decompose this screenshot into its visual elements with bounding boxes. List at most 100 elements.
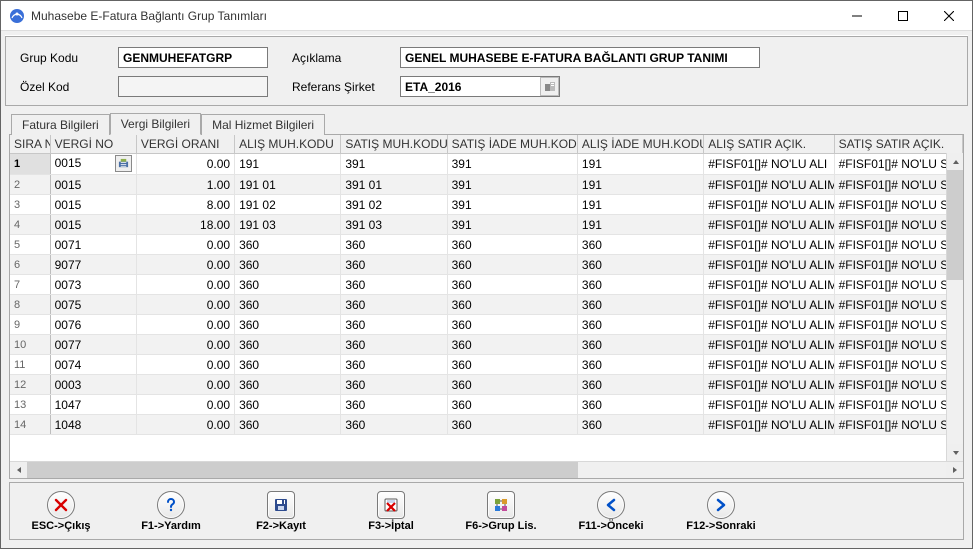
f1-yardim-button[interactable]: F1->Yardım <box>134 491 208 532</box>
col-alis-iade-muh-kodu[interactable]: ALIŞ İADE MUH.KODU <box>577 135 703 154</box>
cell-aiade[interactable]: 360 <box>577 395 703 415</box>
cell-aiade[interactable]: 360 <box>577 235 703 255</box>
cell-satis[interactable]: 360 <box>341 395 447 415</box>
cell-sacik[interactable]: #FISF01[]# NO'LU SATI <box>834 154 962 175</box>
grup-kodu-input[interactable] <box>118 47 268 68</box>
cell-siade[interactable]: 360 <box>447 375 577 395</box>
cell-satis[interactable]: 391 <box>341 154 447 175</box>
ozel-kod-input[interactable] <box>118 76 268 97</box>
lookup-button[interactable] <box>115 155 132 172</box>
cell-alis[interactable]: 191 <box>235 154 341 175</box>
cell-aacik[interactable]: #FISF01[]# NO'LU ALIM F. <box>704 355 834 375</box>
table-row[interactable]: 1000770.00360360360360#FISF01[]# NO'LU A… <box>10 335 963 355</box>
table-row[interactable]: 100150.00191391391191#FISF01[]# NO'LU AL… <box>10 154 963 175</box>
f2-kayit-button[interactable]: F2->Kayıt <box>244 491 318 532</box>
cell-siade[interactable]: 360 <box>447 395 577 415</box>
cell-alis[interactable]: 360 <box>235 415 341 435</box>
cell-satis[interactable]: 360 <box>341 335 447 355</box>
cell-siade[interactable]: 360 <box>447 235 577 255</box>
cell-sacik[interactable]: #FISF01[]# NO'LU SATI <box>834 235 962 255</box>
cell-aacik[interactable]: #FISF01[]# NO'LU ALI <box>704 154 834 175</box>
cell-siade[interactable]: 360 <box>447 355 577 375</box>
col-alis-satir-acik[interactable]: ALIŞ SATIR AÇIK. <box>704 135 834 154</box>
cell-aiade[interactable]: 360 <box>577 275 703 295</box>
cell-aacik[interactable]: #FISF01[]# NO'LU ALIM F. <box>704 175 834 195</box>
cell-vergino[interactable]: 0075 <box>50 295 136 315</box>
cell-siade[interactable]: 391 <box>447 175 577 195</box>
cell-vergino[interactable]: 0015 <box>50 175 136 195</box>
referans-input[interactable] <box>400 76 560 97</box>
col-satis-muh-kodu[interactable]: SATIŞ MUH.KODU <box>341 135 447 154</box>
cell-vergino[interactable]: 0077 <box>50 335 136 355</box>
cell-aacik[interactable]: #FISF01[]# NO'LU ALIM F. <box>704 375 834 395</box>
cell-aacik[interactable]: #FISF01[]# NO'LU ALIM F. <box>704 335 834 355</box>
cell-aiade[interactable]: 360 <box>577 355 703 375</box>
tab-vergi-bilgileri[interactable]: Vergi Bilgileri <box>110 113 201 135</box>
cell-alis[interactable]: 360 <box>235 355 341 375</box>
cell-aacik[interactable]: #FISF01[]# NO'LU ALIM F. <box>704 255 834 275</box>
cell-aiade[interactable]: 360 <box>577 415 703 435</box>
col-satis-satir-acik[interactable]: SATIŞ SATIR AÇIK. <box>834 135 962 154</box>
esc-cikis-button[interactable]: ESC->Çıkış <box>24 491 98 532</box>
cell-oran[interactable]: 8.00 <box>136 195 234 215</box>
cell-alis[interactable]: 360 <box>235 255 341 275</box>
table-row[interactable]: 1200030.00360360360360#FISF01[]# NO'LU A… <box>10 375 963 395</box>
cell-aiade[interactable]: 360 <box>577 255 703 275</box>
cell-siade[interactable]: 360 <box>447 315 577 335</box>
cell-sacik[interactable]: #FISF01[]# NO'LU SATI <box>834 215 962 235</box>
cell-alis[interactable]: 360 <box>235 395 341 415</box>
cell-siade[interactable]: 360 <box>447 335 577 355</box>
f3-iptal-button[interactable]: F3->İptal <box>354 491 428 532</box>
f6-grup-lis-button[interactable]: F6->Grup Lis. <box>464 491 538 532</box>
cell-aiade[interactable]: 360 <box>577 375 703 395</box>
cell-satis[interactable]: 360 <box>341 355 447 375</box>
cell-satis[interactable]: 360 <box>341 295 447 315</box>
cell-siade[interactable]: 360 <box>447 255 577 275</box>
cell-vergino[interactable]: 9077 <box>50 255 136 275</box>
table-row[interactable]: 500710.00360360360360#FISF01[]# NO'LU AL… <box>10 235 963 255</box>
hscroll-thumb[interactable] <box>27 462 578 479</box>
table-row[interactable]: 900760.00360360360360#FISF01[]# NO'LU AL… <box>10 315 963 335</box>
cell-sacik[interactable]: #FISF01[]# NO'LU SATI <box>834 375 962 395</box>
cell-aiade[interactable]: 360 <box>577 295 703 315</box>
col-satis-iade-muh-kodu[interactable]: SATIŞ İADE MUH.KODU <box>447 135 577 154</box>
col-alis-muh-kodu[interactable]: ALIŞ MUH.KODU <box>235 135 341 154</box>
tab-mal-hizmet-bilgileri[interactable]: Mal Hizmet Bilgileri <box>201 114 325 135</box>
cell-alis[interactable]: 360 <box>235 335 341 355</box>
col-vergi-no[interactable]: VERGİ NO <box>50 135 136 154</box>
cell-vergino[interactable]: 0015 <box>50 195 136 215</box>
close-button[interactable] <box>926 1 972 30</box>
table-row[interactable]: 300158.00191 02391 02391191#FISF01[]# NO… <box>10 195 963 215</box>
cell-aiade[interactable]: 191 <box>577 154 703 175</box>
cell-siade[interactable]: 391 <box>447 154 577 175</box>
cell-oran[interactable]: 0.00 <box>136 375 234 395</box>
col-vergi-orani[interactable]: VERGİ ORANI <box>136 135 234 154</box>
tab-fatura-bilgileri[interactable]: Fatura Bilgileri <box>11 114 110 135</box>
cell-sacik[interactable]: #FISF01[]# NO'LU SATI <box>834 415 962 435</box>
cell-vergino[interactable]: 0015 <box>50 154 136 175</box>
vscroll-thumb[interactable] <box>947 170 963 280</box>
grid-scroll[interactable]: SIRA NO VERGİ NO VERGİ ORANI ALIŞ MUH.KO… <box>10 135 963 461</box>
cell-alis[interactable]: 360 <box>235 235 341 255</box>
cell-sacik[interactable]: #FISF01[]# NO'LU SATI <box>834 395 962 415</box>
cell-siade[interactable]: 391 <box>447 215 577 235</box>
f12-sonraki-button[interactable]: F12->Sonraki <box>684 491 758 532</box>
cell-aiade[interactable]: 191 <box>577 175 703 195</box>
cell-aacik[interactable]: #FISF01[]# NO'LU ALIM F. <box>704 415 834 435</box>
cell-aacik[interactable]: #FISF01[]# NO'LU ALIM F. <box>704 215 834 235</box>
minimize-button[interactable] <box>834 1 880 30</box>
cell-oran[interactable]: 0.00 <box>136 315 234 335</box>
cell-satis[interactable]: 360 <box>341 235 447 255</box>
cell-vergino[interactable]: 0015 <box>50 215 136 235</box>
table-row[interactable]: 4001518.00191 03391 03391191#FISF01[]# N… <box>10 215 963 235</box>
cell-oran[interactable]: 0.00 <box>136 275 234 295</box>
cell-oran[interactable]: 0.00 <box>136 295 234 315</box>
table-row[interactable]: 1100740.00360360360360#FISF01[]# NO'LU A… <box>10 355 963 375</box>
cell-vergino[interactable]: 1048 <box>50 415 136 435</box>
cell-aacik[interactable]: #FISF01[]# NO'LU ALIM F. <box>704 195 834 215</box>
scroll-up-icon[interactable] <box>947 153 964 170</box>
cell-satis[interactable]: 360 <box>341 315 447 335</box>
cell-sacik[interactable]: #FISF01[]# NO'LU SATI <box>834 295 962 315</box>
cell-aacik[interactable]: #FISF01[]# NO'LU ALIM F. <box>704 315 834 335</box>
cell-aacik[interactable]: #FISF01[]# NO'LU ALIM F. <box>704 395 834 415</box>
